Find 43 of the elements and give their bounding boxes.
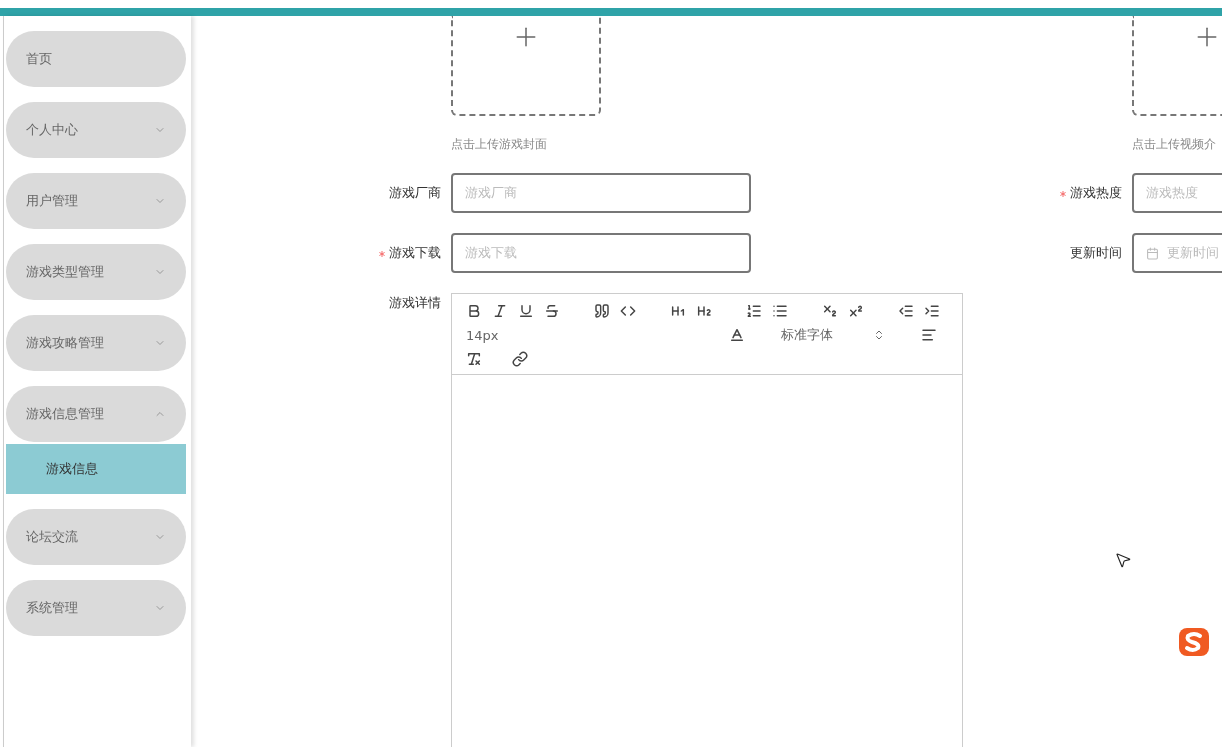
heading-1-icon[interactable]: [670, 303, 686, 319]
upload-hint: 点击上传视频介: [1132, 136, 1217, 153]
field-label: 游戏厂商: [388, 184, 442, 202]
menu-item[interactable]: 首页: [6, 31, 186, 87]
field-label: 游戏热度: [1032, 173, 1132, 213]
subscript-icon[interactable]: [822, 303, 838, 319]
menu-item[interactable]: 论坛交流: [6, 509, 186, 565]
italic-icon[interactable]: [492, 303, 508, 319]
menu-item[interactable]: 游戏类型管理: [6, 244, 186, 300]
field-label: 游戏详情: [388, 294, 442, 312]
bold-icon[interactable]: [466, 303, 482, 319]
menu-item[interactable]: 用户管理: [6, 173, 186, 229]
indent-icon[interactable]: [924, 303, 940, 319]
link-icon[interactable]: [512, 351, 528, 367]
menu-item[interactable]: 个人中心: [6, 102, 186, 158]
menu-item[interactable]: 系统管理: [6, 580, 186, 636]
code-icon[interactable]: [620, 303, 636, 319]
upload-hint: 点击上传游戏封面: [451, 136, 548, 153]
heading-2-icon[interactable]: [696, 303, 712, 319]
align-left-icon[interactable]: [920, 327, 937, 343]
outdent-icon[interactable]: [898, 303, 914, 319]
menu-item[interactable]: 游戏信息管理: [6, 386, 186, 442]
strikethrough-icon[interactable]: [544, 303, 560, 319]
field-label: 更新时间: [1069, 244, 1123, 262]
superscript-icon[interactable]: [848, 303, 864, 319]
required-star-icon: [1060, 191, 1066, 197]
ordered-list-icon[interactable]: [746, 303, 762, 319]
required-star-icon: [379, 251, 385, 257]
field-label: 游戏下载: [351, 233, 451, 273]
clear-format-icon[interactable]: [466, 351, 482, 367]
submenu-item[interactable]: 游戏信息: [6, 444, 186, 494]
mouse-cursor-icon: [1114, 551, 1132, 569]
bullet-list-icon[interactable]: [772, 303, 788, 319]
underline-icon[interactable]: [518, 303, 534, 319]
text-background-icon[interactable]: [728, 327, 745, 343]
calendar-icon: [1146, 246, 1159, 260]
menu-item[interactable]: 游戏攻略管理: [6, 315, 186, 371]
font-size-select[interactable]: 14px: [466, 327, 499, 343]
rich-text-editor[interactable]: 14px 标准字体: [451, 293, 963, 747]
ime-logo-icon[interactable]: [1178, 627, 1210, 657]
font-family-select[interactable]: 标准字体: [780, 326, 885, 344]
upload-box[interactable]: [451, 16, 601, 116]
quote-icon[interactable]: [594, 303, 610, 319]
